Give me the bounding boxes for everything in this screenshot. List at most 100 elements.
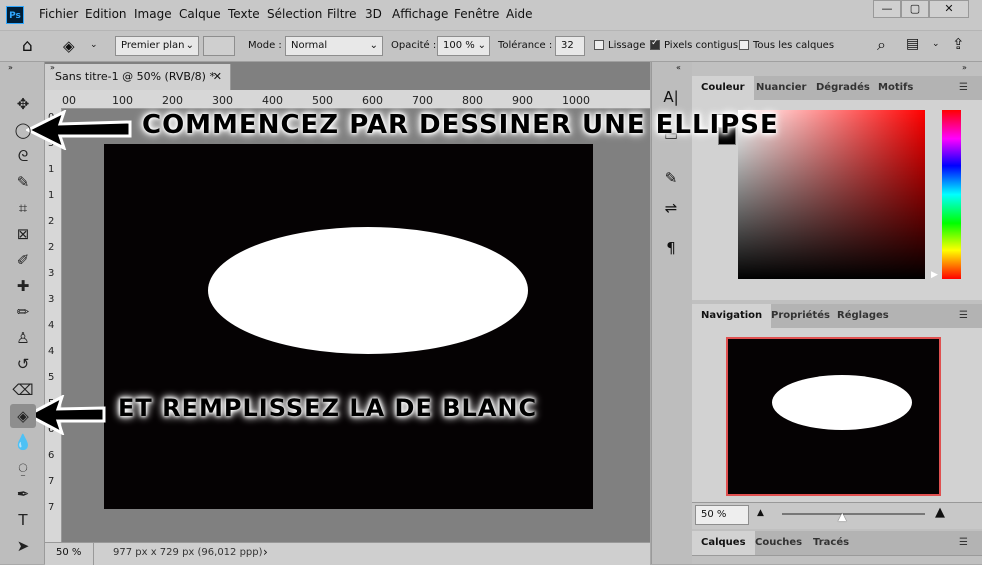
ruler-left-label: 5: [48, 372, 55, 383]
menu-texte[interactable]: Texte: [228, 7, 260, 21]
pen-tool[interactable]: ✒: [10, 482, 36, 506]
ruler-left-label: 7: [48, 502, 55, 513]
dodge-tool[interactable]: ⍜: [10, 456, 36, 480]
pixels-contigus-label: Pixels contigus: [664, 40, 739, 51]
eyedropper-tool[interactable]: ✐: [10, 248, 36, 272]
close-window-button[interactable]: ✕: [929, 0, 969, 18]
tab-couleur[interactable]: Couleur: [692, 76, 754, 100]
history-brush-tool[interactable]: ↺: [10, 352, 36, 376]
stamp-tool[interactable]: ♙: [10, 326, 36, 350]
character-panel-icon[interactable]: A|: [660, 87, 682, 107]
brush-tool[interactable]: ✏: [10, 300, 36, 324]
quick-selection-tool[interactable]: ✎: [10, 170, 36, 194]
path-selection-tool[interactable]: ➤: [10, 534, 36, 558]
status-bar: 50 % 977 px x 729 px (96,012 ppp) ›: [45, 542, 650, 565]
ellipse-marquee-tool[interactable]: ◯: [10, 118, 36, 142]
chevron-down-icon[interactable]: ⌄: [932, 39, 940, 49]
opacity-input[interactable]: 100 % ⌄: [437, 36, 490, 56]
hue-slider-handle[interactable]: ▶: [931, 270, 938, 280]
tab-couches[interactable]: Couches: [746, 531, 811, 555]
status-menu-icon[interactable]: ›: [263, 545, 268, 559]
chevron-down-icon: ⌄: [369, 40, 378, 51]
move-tool[interactable]: ✥: [10, 92, 36, 116]
ruler-left-label: 3: [48, 294, 55, 305]
navigator-zoom-input[interactable]: 50 %: [695, 505, 749, 525]
hue-slider[interactable]: [942, 110, 961, 279]
collapse-dock-icon[interactable]: «: [676, 63, 681, 72]
fill-source-select[interactable]: Premier plan ⌄: [115, 36, 199, 56]
crop-tool[interactable]: ⌗: [10, 196, 36, 220]
zoom-level[interactable]: 50 %: [56, 547, 81, 558]
share-icon[interactable]: ⇪: [952, 35, 965, 53]
ruler-top-label: 800: [462, 94, 483, 107]
home-icon[interactable]: ⌂: [22, 36, 33, 56]
ruler-top-label: 500: [312, 94, 333, 107]
mode-label: Mode :: [248, 40, 282, 51]
zoom-out-icon[interactable]: ▲: [757, 508, 764, 518]
tab-traces[interactable]: Tracés: [804, 531, 858, 555]
ruler-top-label: 1000: [562, 94, 590, 107]
lasso-tool[interactable]: ᘓ: [10, 144, 36, 168]
menu-fenetre[interactable]: Fenêtre: [454, 7, 499, 21]
tab-navigation[interactable]: Navigation: [692, 304, 772, 328]
type-tool[interactable]: T: [10, 508, 36, 532]
pixels-contigus-checkbox[interactable]: [650, 38, 660, 50]
panel-menu-icon[interactable]: ☰: [950, 304, 977, 328]
panel-menu-icon[interactable]: ☰: [950, 76, 977, 100]
panel-menu-icon[interactable]: ☰: [950, 531, 977, 555]
blur-tool[interactable]: 💧: [10, 430, 36, 454]
opacity-label: Opacité :: [391, 40, 437, 51]
ruler-left-label: 6: [48, 450, 55, 461]
menu-calque[interactable]: Calque: [179, 7, 221, 21]
menu-aide[interactable]: Aide: [506, 7, 533, 21]
document-info: 977 px x 729 px (96,012 ppp): [113, 547, 263, 558]
status-divider: [93, 543, 94, 565]
menu-filtre[interactable]: Filtre: [327, 7, 356, 21]
menu-selection[interactable]: Sélection: [267, 7, 322, 21]
tous-calques-checkbox[interactable]: [739, 40, 749, 50]
search-icon[interactable]: ⌕: [877, 35, 886, 55]
ruler-left-label: 1: [48, 164, 55, 175]
paint-bucket-tool[interactable]: ◈: [10, 404, 36, 428]
menu-bar: Ps Fichier Edition Image Calque Texte Sé…: [0, 0, 982, 31]
ruler-vertical: 0511223344556677: [45, 108, 62, 542]
menu-edition[interactable]: Edition: [85, 7, 127, 21]
ruler-top-label: 00: [62, 94, 76, 107]
eraser-tool[interactable]: ⌫: [10, 378, 36, 402]
adjustments-icon[interactable]: ⇌: [660, 198, 682, 218]
document-tab[interactable]: Sans titre-1 @ 50% (RVB/8) * ✕: [45, 64, 231, 90]
paint-bucket-preset-icon[interactable]: ◈: [63, 37, 75, 55]
mode-select[interactable]: Normal ⌄: [285, 36, 383, 56]
pattern-picker[interactable]: [203, 36, 235, 56]
tab-reglages[interactable]: Réglages: [828, 304, 898, 328]
zoom-slider-handle[interactable]: ▲: [838, 510, 846, 523]
ruler-top-label: 400: [262, 94, 283, 107]
tab-motifs[interactable]: Motifs: [869, 76, 922, 100]
tolerance-input[interactable]: 32: [555, 36, 585, 56]
menu-fichier[interactable]: Fichier: [39, 7, 78, 21]
menu-3d[interactable]: 3D: [365, 7, 382, 21]
brush-settings-icon[interactable]: ✎: [660, 168, 682, 188]
menu-image[interactable]: Image: [134, 7, 172, 21]
healing-tool[interactable]: ✚: [10, 274, 36, 298]
ruler-left-label: 1: [48, 190, 55, 201]
collapse-toolbar-icon[interactable]: »: [8, 63, 13, 72]
paragraph-icon[interactable]: ¶: [660, 238, 682, 258]
lissage-checkbox[interactable]: [594, 40, 604, 50]
maximize-button[interactable]: ▢: [901, 0, 929, 18]
ruler-top-label: 200: [162, 94, 183, 107]
frame-tool[interactable]: ⊠: [10, 222, 36, 246]
chevron-down-icon[interactable]: ⌄: [90, 40, 98, 50]
collapse-tabs-icon[interactable]: »: [50, 63, 55, 72]
minimize-button[interactable]: —: [873, 0, 901, 18]
collapse-panels-icon[interactable]: »: [962, 63, 967, 72]
workspace-icon[interactable]: ▤: [906, 36, 919, 52]
menu-affichage[interactable]: Affichage: [392, 7, 448, 21]
layers-panel-tabs: Calques Couches Tracés ☰: [692, 531, 982, 556]
close-tab-icon[interactable]: ✕: [213, 64, 222, 90]
tab-nuancier[interactable]: Nuancier: [747, 76, 815, 100]
zoom-slider[interactable]: [782, 513, 925, 515]
zoom-in-icon[interactable]: ▲: [935, 505, 945, 520]
ruler-left-label: 7: [48, 476, 55, 487]
navigator-ellipse: [772, 375, 912, 430]
